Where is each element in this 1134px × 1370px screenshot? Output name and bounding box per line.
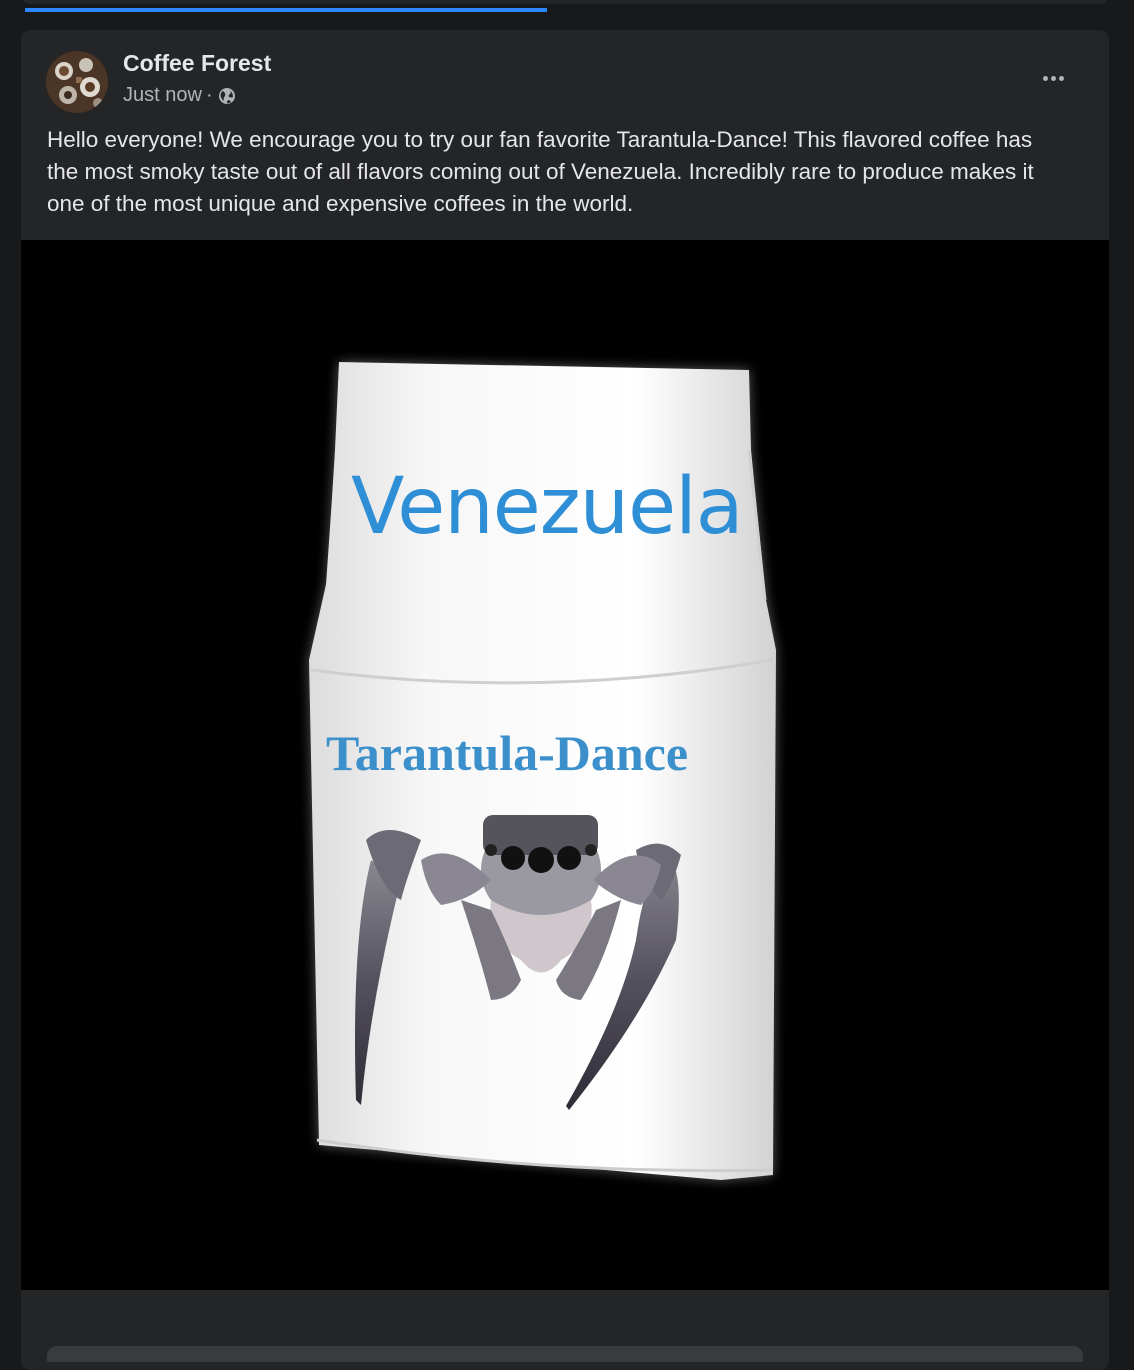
more-options-icon [1042,75,1048,81]
more-options-button[interactable] [1032,60,1074,96]
page-avatar[interactable] [46,51,108,113]
globe-icon[interactable] [217,86,237,106]
bag-text-origin: Venezuela [351,462,744,552]
post-photo[interactable]: Venezuela Tarantula-Dance [21,240,1109,1320]
comment-box-edge[interactable] [47,1346,1083,1362]
avatar-image [46,51,108,113]
post-meta: Just now · [123,84,237,107]
post-timestamp[interactable]: Just now [123,84,202,107]
post-message: Hello everyone! We encourage you to try … [47,127,1034,216]
meta-separator: · [205,84,213,106]
loading-progress-fill [25,8,547,12]
loading-progress-track [21,0,1109,4]
bag-text-flavor: Tarantula-Dance [326,725,689,781]
feed-post: Coffee Forest Just now · Hello everyone!… [21,30,1109,1370]
page-name-link[interactable]: Coffee Forest [123,50,271,77]
